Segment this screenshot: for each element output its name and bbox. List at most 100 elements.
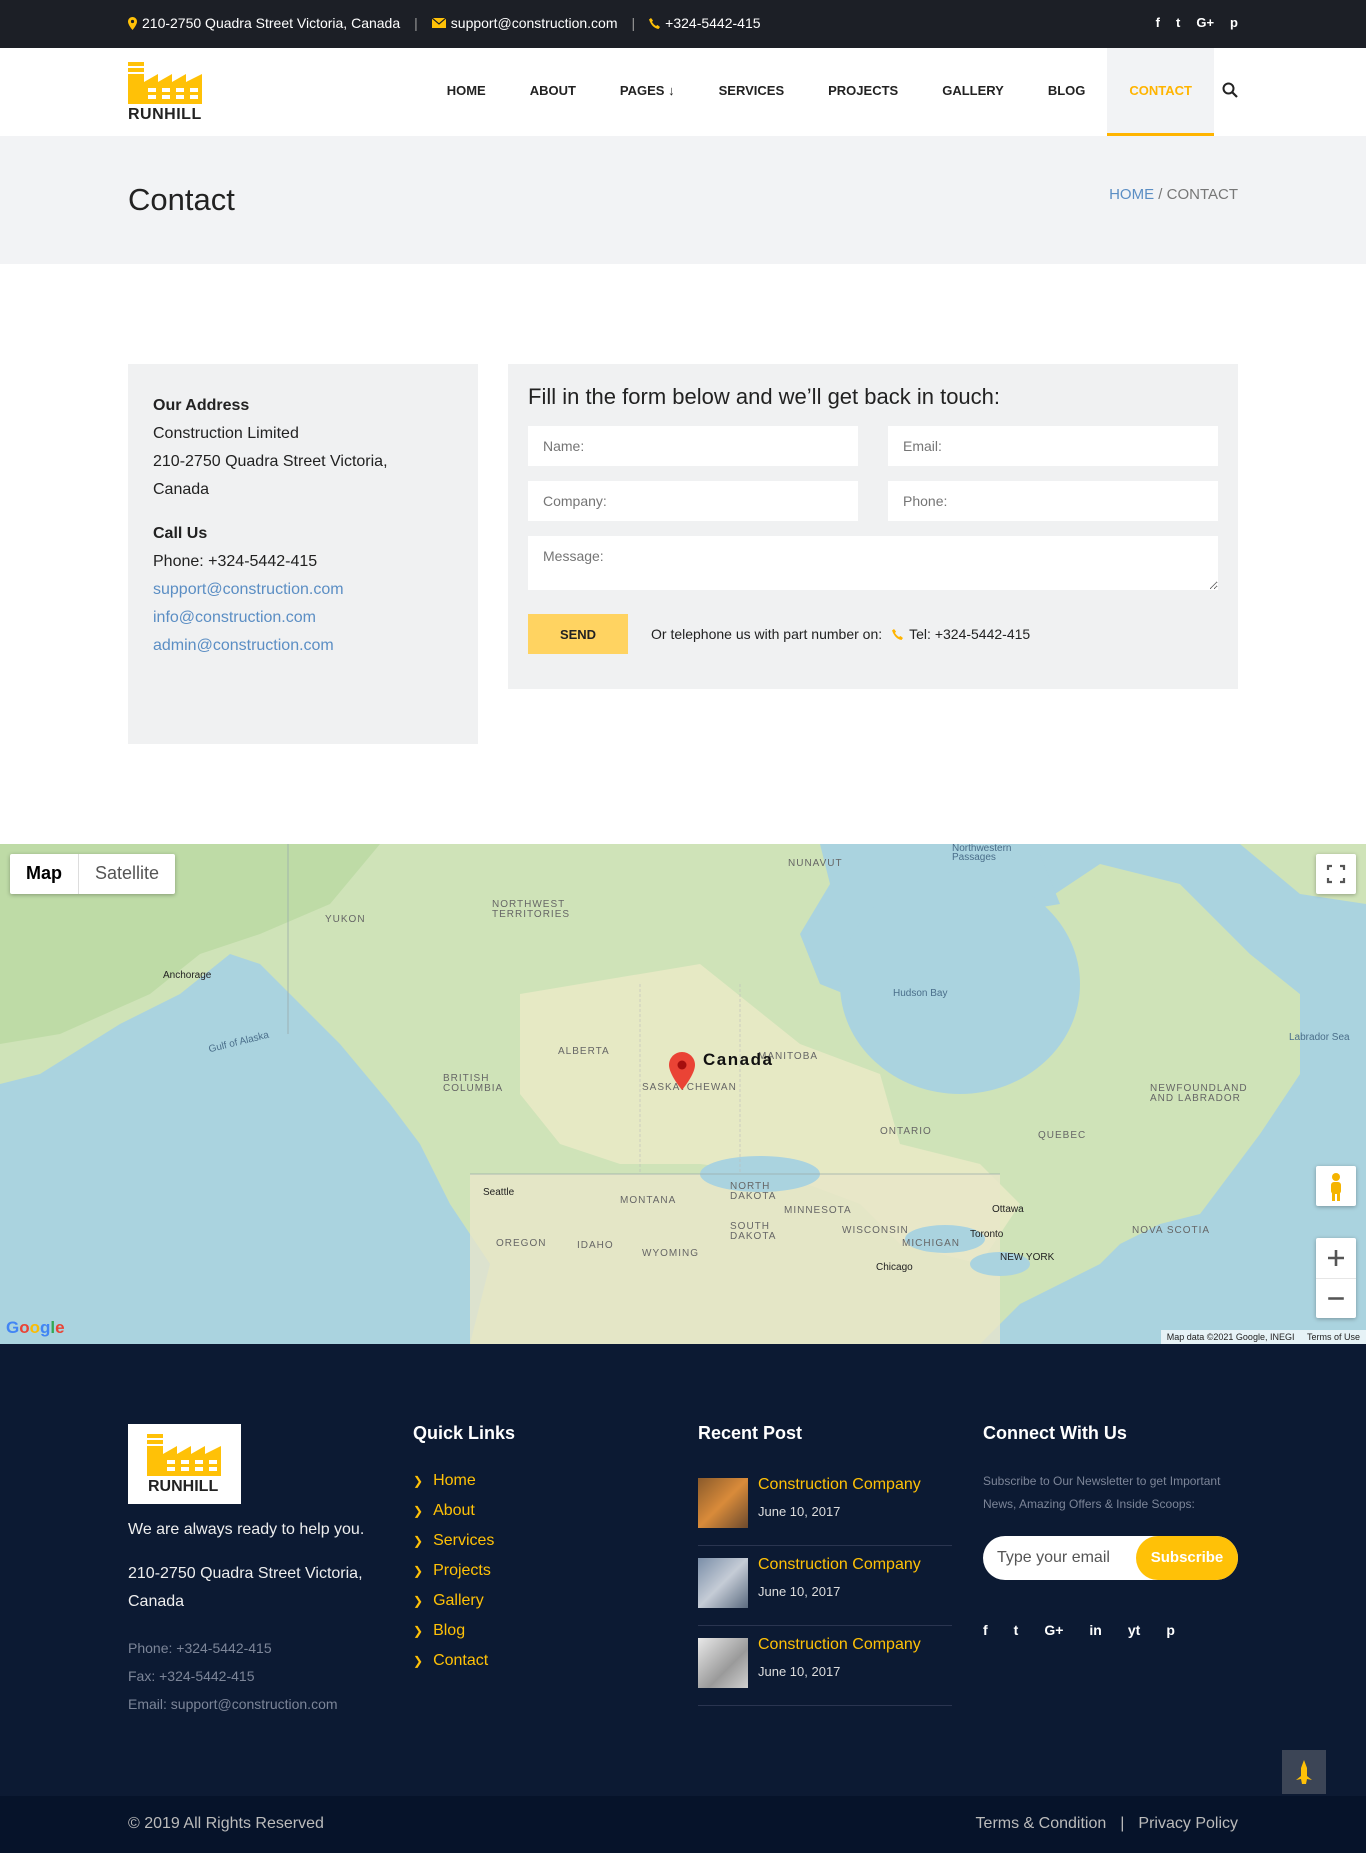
main-header: RUNHILL HOME ABOUT PAGES ↓ SERVICES PROJ… xyxy=(0,48,1366,136)
quick-links-list: ❯ Home ❯ About ❯ Services ❯ Projects ❯ Galler… xyxy=(413,1466,494,1676)
pegman-icon xyxy=(1331,1173,1341,1201)
map-data-text: Map data ©2021 Google, INEGI xyxy=(1166,1332,1295,1342)
quick-link-label: Contact xyxy=(433,1652,489,1669)
privacy-link[interactable]: Privacy Policy xyxy=(1138,1815,1238,1833)
recent-post-item[interactable]: Construction Company June 10, 2017 xyxy=(698,1546,952,1626)
main-nav: HOME ABOUT PAGES ↓ SERVICES PROJECTS GAL… xyxy=(425,48,1214,136)
breadcrumb-home[interactable]: HOME xyxy=(1109,186,1154,203)
fullscreen-button[interactable] xyxy=(1316,854,1356,894)
envelope-icon xyxy=(431,18,446,28)
post-title: Construction Company xyxy=(758,1556,921,1573)
separator: | xyxy=(631,15,636,31)
facebook-icon[interactable]: f xyxy=(983,1622,988,1638)
recent-post-item[interactable]: Construction Company June 10, 2017 xyxy=(698,1626,952,1706)
terms-of-use-link[interactable]: Terms of Use xyxy=(1307,1332,1360,1342)
nav-services[interactable]: SERVICES xyxy=(697,48,807,136)
map-region-label: MONTANA xyxy=(620,1195,677,1206)
map-region-label: QUEBEC xyxy=(1038,1130,1087,1141)
chevron-right-icon: ❯ xyxy=(413,1474,424,1488)
map-region-label: ALBERTA xyxy=(558,1046,610,1057)
pinterest-icon[interactable]: p xyxy=(1166,1622,1175,1638)
email-link-admin[interactable]: admin@construction.com xyxy=(153,632,453,660)
nav-about[interactable]: ABOUT xyxy=(508,48,598,136)
linkedin-icon[interactable]: in xyxy=(1089,1622,1101,1638)
nav-pages[interactable]: PAGES ↓ xyxy=(598,48,697,136)
terms-link[interactable]: Terms & Condition xyxy=(976,1815,1107,1833)
google-plus-icon[interactable]: G+ xyxy=(1196,15,1214,30)
quick-link-label: Home xyxy=(433,1472,476,1489)
twitter-icon[interactable]: t xyxy=(1176,15,1180,30)
email-field[interactable] xyxy=(888,426,1218,466)
call-title: Call Us xyxy=(153,525,208,542)
map-pin-icon xyxy=(128,16,137,30)
quick-link-services[interactable]: ❯ Services xyxy=(413,1526,494,1556)
recent-post-item[interactable]: Construction Company June 10, 2017 xyxy=(698,1466,952,1546)
map-water-label: Labrador Sea xyxy=(1289,1032,1350,1043)
footer-phone: Phone: +324-5442-415 xyxy=(128,1640,272,1656)
google-map[interactable]: Map Satellite NUNAVUT NORTHWEST TERRITOR… xyxy=(0,844,1366,1344)
site-logo[interactable]: RUNHILL xyxy=(128,62,202,124)
email-item[interactable]: support@construction.com xyxy=(431,15,618,31)
breadcrumb: HOME / CONTACT xyxy=(1109,186,1238,203)
youtube-icon[interactable]: yt xyxy=(1128,1622,1140,1638)
footer-fax: Fax: +324-5442-415 xyxy=(128,1668,255,1684)
nav-contact[interactable]: CONTACT xyxy=(1107,48,1214,136)
send-button[interactable]: SEND xyxy=(528,614,628,654)
message-field[interactable] xyxy=(528,536,1218,590)
address-card: Our Address Construction Limited 210-275… xyxy=(128,364,478,744)
footer-logo[interactable]: RUNHILL xyxy=(128,1424,241,1504)
newsletter-email-input[interactable]: Type your email xyxy=(997,1549,1110,1567)
legal-links: Terms & Condition | Privacy Policy xyxy=(976,1815,1238,1833)
map-water-label: Northwestern Passages xyxy=(952,844,1012,863)
twitter-icon[interactable]: t xyxy=(1014,1622,1019,1638)
nav-gallery[interactable]: GALLERY xyxy=(920,48,1026,136)
back-to-top-button[interactable] xyxy=(1282,1750,1326,1794)
map-type-toggle: Map Satellite xyxy=(10,854,176,894)
map-region-label: NOVA SCOTIA xyxy=(1132,1225,1211,1236)
address-block: Our Address Construction Limited 210-275… xyxy=(153,392,453,504)
logo-text: RUNHILL xyxy=(128,106,202,123)
zoom-out-icon[interactable] xyxy=(1316,1278,1356,1318)
quick-link-home[interactable]: ❯ Home xyxy=(413,1466,494,1496)
map-region-label: ONTARIO xyxy=(880,1126,932,1137)
name-field[interactable] xyxy=(528,426,858,466)
quick-link-projects[interactable]: ❯ Projects xyxy=(413,1556,494,1586)
quick-link-about[interactable]: ❯ About xyxy=(413,1496,494,1526)
email-link-support[interactable]: support@construction.com xyxy=(153,576,453,604)
quick-link-gallery[interactable]: ❯ Gallery xyxy=(413,1586,494,1616)
phone-item[interactable]: +324-5442-415 xyxy=(649,15,761,31)
map-region-label: WISCONSIN xyxy=(842,1225,909,1236)
google-plus-icon[interactable]: G+ xyxy=(1044,1622,1063,1638)
map-region-label: NORTHWEST TERRITORIES xyxy=(492,899,571,920)
nav-home[interactable]: HOME xyxy=(425,48,508,136)
recent-post-title: Recent Post xyxy=(698,1423,803,1443)
quick-link-contact[interactable]: ❯ Contact xyxy=(413,1646,494,1676)
zoom-in-icon[interactable] xyxy=(1316,1238,1356,1278)
map-city-label: Toronto xyxy=(970,1229,1004,1240)
satellite-button[interactable]: Satellite xyxy=(78,854,175,894)
company-field[interactable] xyxy=(528,481,858,521)
quick-link-blog[interactable]: ❯ Blog xyxy=(413,1616,494,1646)
search-icon[interactable] xyxy=(1222,82,1238,98)
map-button[interactable]: Map xyxy=(10,854,78,894)
map-marker-icon[interactable] xyxy=(669,1052,695,1090)
quick-link-label: Services xyxy=(433,1532,495,1549)
email-text: support@construction.com xyxy=(450,15,618,31)
legal-separator: | xyxy=(1120,1815,1125,1832)
email-link-info[interactable]: info@construction.com xyxy=(153,604,453,632)
pinterest-icon[interactable]: p xyxy=(1230,15,1238,30)
post-date: June 10, 2017 xyxy=(758,1504,841,1519)
chevron-right-icon: ❯ xyxy=(413,1534,424,1548)
post-date: June 10, 2017 xyxy=(758,1584,841,1599)
phone-field[interactable] xyxy=(888,481,1218,521)
newsletter-text: Subscribe to Our Newsletter to get Impor… xyxy=(983,1474,1221,1511)
breadcrumb-separator: / xyxy=(1154,186,1167,203)
nav-blog[interactable]: BLOG xyxy=(1026,48,1108,136)
street-view-button[interactable] xyxy=(1316,1166,1356,1206)
chevron-right-icon: ❯ xyxy=(413,1654,424,1668)
map-region-label: BRITISH COLUMBIA xyxy=(443,1073,504,1094)
nav-projects[interactable]: PROJECTS xyxy=(806,48,920,136)
facebook-icon[interactable]: f xyxy=(1156,15,1160,30)
map-region-label: SOUTH DAKOTA xyxy=(730,1221,777,1242)
subscribe-button[interactable]: Subscribe xyxy=(1136,1536,1238,1580)
